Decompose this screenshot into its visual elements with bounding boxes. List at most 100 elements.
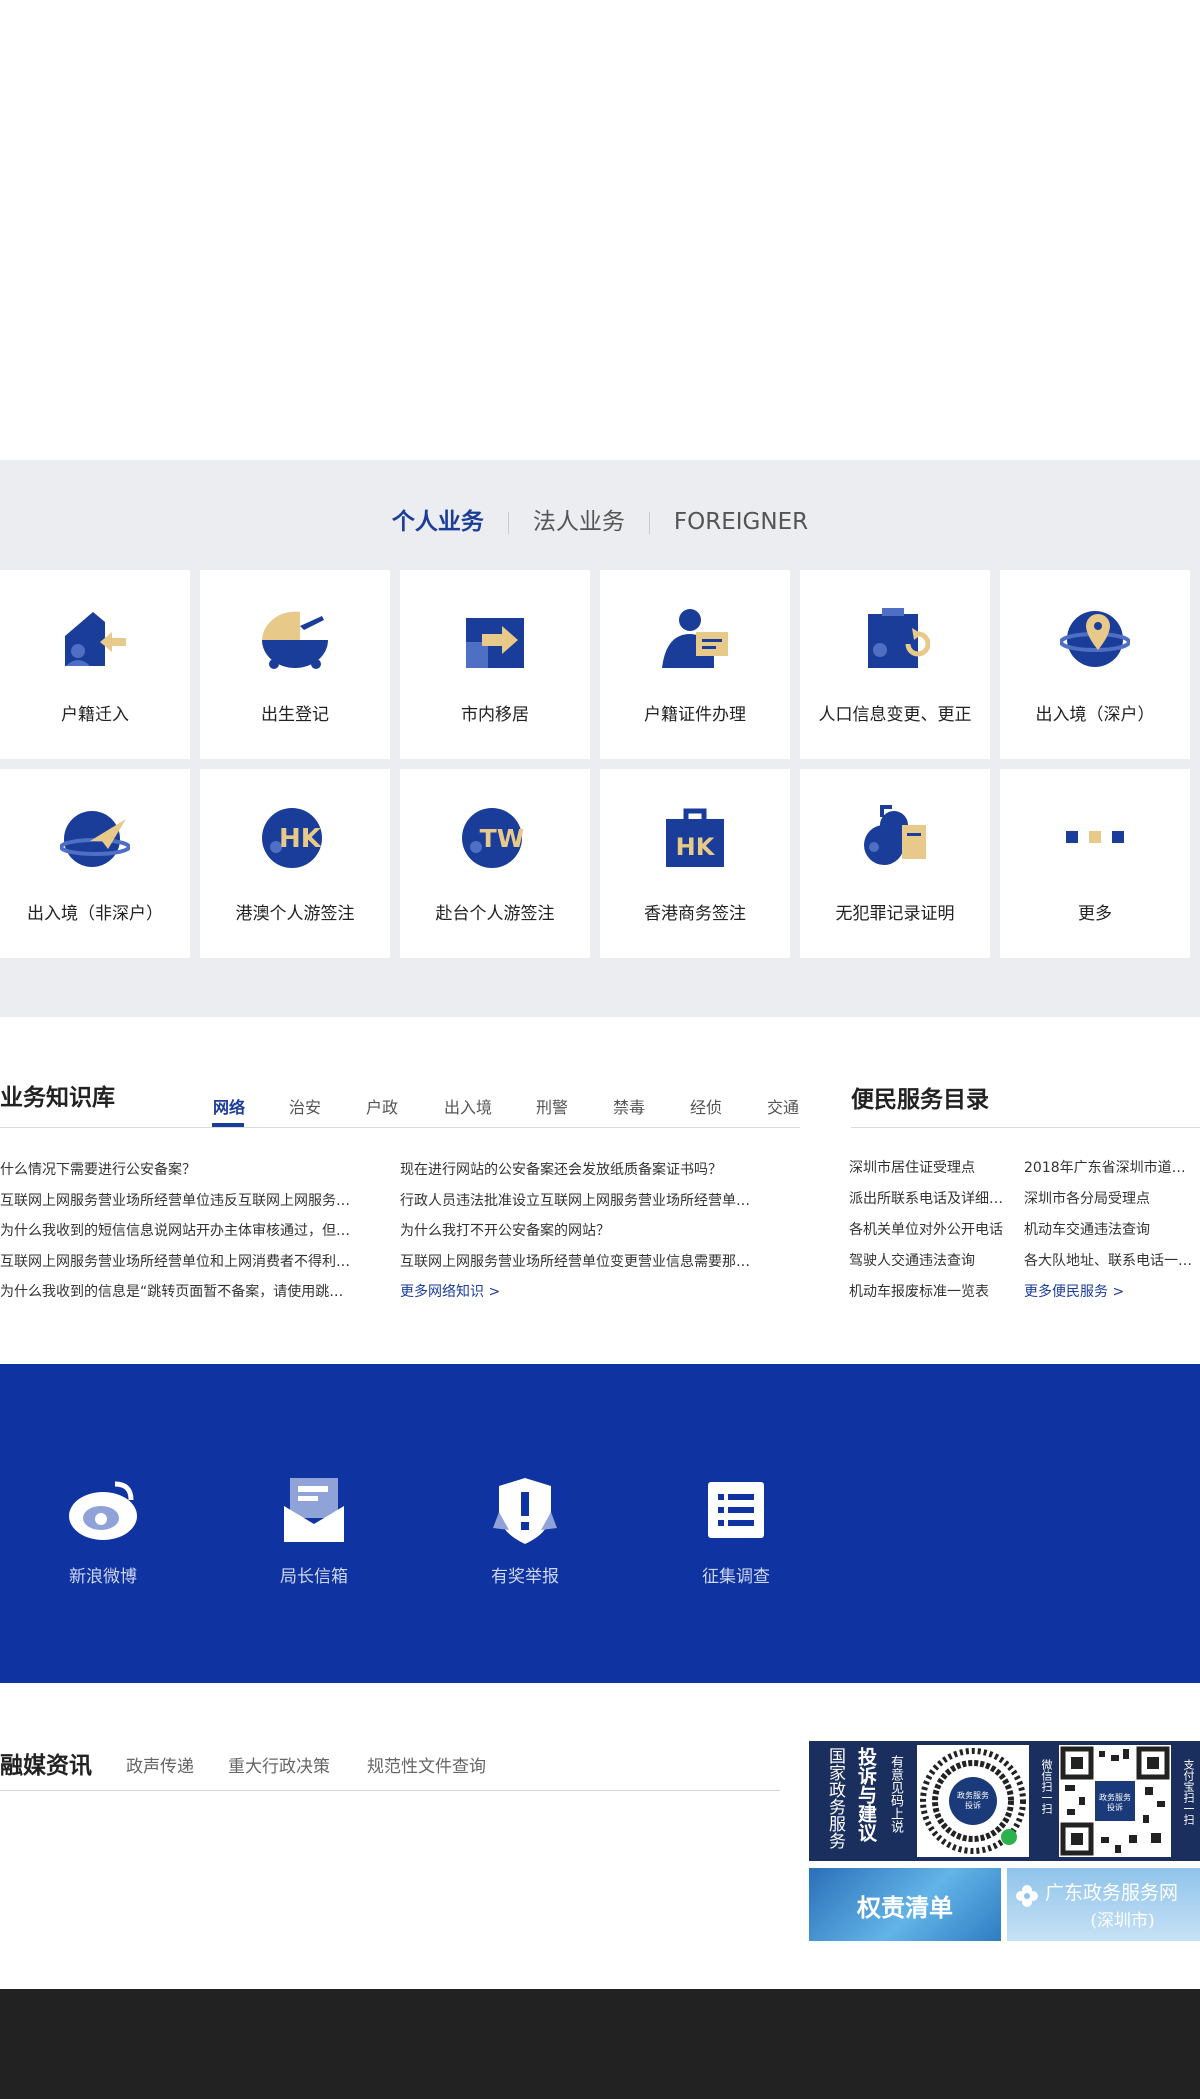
service-card-exit-entry-non-sz[interactable]: 出入境（非深户） (0, 769, 190, 958)
service-card-taiwan-visa[interactable]: TW 赴台个人游签注 (400, 769, 590, 958)
tab-exit-entry[interactable]: 出入境 (444, 1094, 492, 1118)
tab-economic[interactable]: 经侦 (690, 1094, 722, 1118)
tab-corporate[interactable]: 法人业务 (509, 502, 649, 536)
service-label: 户籍迁入 (61, 705, 129, 725)
report-shield-icon (493, 1478, 557, 1544)
list-item[interactable]: 为什么我收到的短信信息说网站开办主体审核通过，但网站仍未备案 (0, 1216, 355, 1247)
complaint-banner[interactable]: 国家政务服务 投诉与建议 有意见码上说 政务服务投诉 微信扫一扫 政务服务投诉 … (809, 1741, 1200, 1861)
weibo-icon (69, 1481, 137, 1540)
service-card-id-document[interactable]: 户籍证件办理 (600, 570, 790, 759)
list-item[interactable]: 各大队地址、联系电话一览表 (1024, 1246, 1196, 1277)
survey-list-icon (708, 1482, 764, 1538)
service-card-info-change[interactable]: 人口信息变更、更正 (800, 570, 990, 759)
service-card-household-move-in[interactable]: 户籍迁入 (0, 570, 190, 759)
knowledge-list-left: 什么情况下需要进行公安备案？ 互联网上网服务营业场所经营单位违反互联网上网服务营… (0, 1155, 355, 1308)
media-title: 融媒资讯 (0, 1753, 92, 1779)
household-move-in-icon (65, 612, 126, 666)
service-label: 出入境（非深户） (27, 904, 163, 924)
interaction-band: 新浪微博 局长信箱 有奖举报 征集调查 (0, 1364, 1200, 1683)
tab-normative-documents[interactable]: 规范性文件查询 (367, 1752, 486, 1777)
service-label: 香港商务签注 (644, 904, 746, 924)
no-crime-certificate-icon (864, 805, 926, 865)
director-mailbox-link[interactable]: 局长信箱 (244, 1472, 384, 1587)
more-knowledge-link[interactable]: 更多网络知识 > (400, 1277, 755, 1308)
list-item[interactable]: 深圳市居住证受理点 (849, 1153, 1014, 1184)
survey-link[interactable]: 征集调查 (666, 1472, 806, 1587)
list-item[interactable]: 互联网上网服务营业场所经营单位和上网消费者不得利用互联网上网服务 (0, 1247, 355, 1278)
list-item[interactable]: 为什么我收到的信息是“跳转页面暂不备案，请使用跳转后的网址 (0, 1277, 355, 1308)
services-catalog-title: 便民服务目录 (851, 1087, 989, 1113)
service-card-hk-macau-visa[interactable]: HK 港澳个人游签注 (200, 769, 390, 958)
list-item[interactable]: 互联网上网服务营业场所经营单位变更营业信息需要那些材料 (400, 1247, 755, 1278)
qr2-center-label: 政务服务投诉 (1099, 1793, 1131, 1812)
service-label: 出入境（深户） (1035, 705, 1155, 725)
service-card-relocation[interactable]: 市内移居 (400, 570, 590, 759)
list-item[interactable]: 机动车报废标准一览表 (849, 1277, 1014, 1308)
alipay-qr: 政务服务投诉 (1059, 1745, 1171, 1857)
gd-portal-title: 广东政务服务网 (1045, 1882, 1179, 1904)
services-list-left: 深圳市居住证受理点 派出所联系电话及详细地址 各机关单位对外公开电话 驾驶人交通… (849, 1153, 1014, 1308)
service-label: 更多 (1078, 904, 1112, 924)
power-list-banner[interactable]: 权责清单 (809, 1868, 1001, 1941)
gd-portal-subtitle: (深圳市) (1090, 1911, 1155, 1931)
service-label: 人口信息变更、更正 (818, 705, 972, 725)
service-card-birth-registration[interactable]: 出生登记 (200, 570, 390, 759)
tab-network[interactable]: 网络 (213, 1094, 245, 1118)
service-label: 赴台个人游签注 (435, 904, 555, 924)
business-section: 个人业务 法人业务 FOREIGNER 户籍迁入 出生登记 市内移居 户籍证件办… (0, 460, 1200, 1017)
service-card-hk-business-visa[interactable]: HK 香港商务签注 (600, 769, 790, 958)
list-item[interactable]: 深圳市各分局受理点 (1024, 1184, 1196, 1215)
qr-center-label: 政务服务投诉 (957, 1791, 989, 1810)
services-catalog-divider (851, 1127, 1200, 1128)
list-item[interactable]: 互联网上网服务营业场所经营单位违反互联网上网服务营业场所管理条例 (0, 1186, 355, 1217)
service-card-exit-entry-sz[interactable]: 出入境（深户） (1000, 570, 1190, 759)
media-divider (0, 1790, 780, 1791)
globe-location-icon (1060, 611, 1130, 667)
list-item[interactable]: 为什么我打不开公安备案的网站？ (400, 1216, 755, 1247)
list-item[interactable]: 2018年广东省深圳市道路交通 (1024, 1153, 1196, 1184)
tab-traffic[interactable]: 交通 (767, 1094, 799, 1118)
globe-plane-icon (60, 811, 130, 867)
svg-text:TW: TW (480, 824, 525, 853)
list-item[interactable]: 派出所联系电话及详细地址 (849, 1184, 1014, 1215)
alipay-scan-text: 支付宝扫一扫 (1182, 1759, 1195, 1825)
complaint-text: 投诉与建议 (855, 1747, 877, 1842)
knowledge-divider (0, 1127, 800, 1128)
list-item[interactable]: 现在进行网站的公安备案还会发放纸质备案证书吗？ (400, 1155, 755, 1186)
more-services-link[interactable]: 更多便民服务 > (1024, 1277, 1196, 1308)
active-tab-indicator (212, 1123, 244, 1127)
hk-business-icon: HK (666, 808, 724, 867)
mailbox-icon (284, 1478, 344, 1542)
service-label: 港澳个人游签注 (235, 904, 355, 924)
business-tabs: 个人业务 法人业务 FOREIGNER (0, 502, 1200, 536)
guangdong-portal-banner[interactable]: 广东政务服务网 (深圳市) (1007, 1868, 1200, 1941)
weibo-link[interactable]: 新浪微博 (33, 1472, 173, 1587)
band-label: 局长信箱 (280, 1567, 348, 1587)
tab-criminal[interactable]: 刑警 (536, 1094, 568, 1118)
svg-text:HK: HK (676, 833, 716, 861)
svg-text:HK: HK (279, 824, 322, 854)
list-item[interactable]: 什么情况下需要进行公安备案？ (0, 1155, 355, 1186)
tab-government-voice[interactable]: 政声传递 (126, 1752, 194, 1777)
service-card-no-crime-certificate[interactable]: 无犯罪记录证明 (800, 769, 990, 958)
band-label: 新浪微博 (69, 1567, 137, 1587)
service-card-more[interactable]: 更多 (1000, 769, 1190, 958)
list-item[interactable]: 行政人员违法批准设立互联网上网服务营业场所经营单位的处罚 (400, 1186, 755, 1217)
tab-anti-drug[interactable]: 禁毒 (613, 1094, 645, 1118)
tab-major-decisions[interactable]: 重大行政决策 (228, 1752, 330, 1777)
band-label: 征集调查 (702, 1567, 770, 1587)
flower-emblem-icon (1016, 1885, 1038, 1907)
tab-public-security[interactable]: 治安 (289, 1094, 321, 1118)
list-item[interactable]: 机动车交通违法查询 (1024, 1215, 1196, 1246)
gov-service-text: 国家政务服务 (825, 1747, 845, 1849)
footer (0, 1989, 1200, 2099)
service-label: 无犯罪记录证明 (835, 904, 955, 924)
reward-report-link[interactable]: 有奖举报 (455, 1472, 595, 1587)
tab-personal[interactable]: 个人业务 (368, 502, 508, 536)
list-item[interactable]: 各机关单位对外公开电话 (849, 1215, 1014, 1246)
id-document-icon (662, 609, 728, 668)
services-list-right: 2018年广东省深圳市道路交通 深圳市各分局受理点 机动车交通违法查询 各大队地… (1024, 1153, 1196, 1308)
list-item[interactable]: 驾驶人交通违法查询 (849, 1246, 1014, 1277)
tab-foreigner[interactable]: FOREIGNER (650, 509, 832, 535)
tab-household[interactable]: 户政 (366, 1094, 398, 1118)
